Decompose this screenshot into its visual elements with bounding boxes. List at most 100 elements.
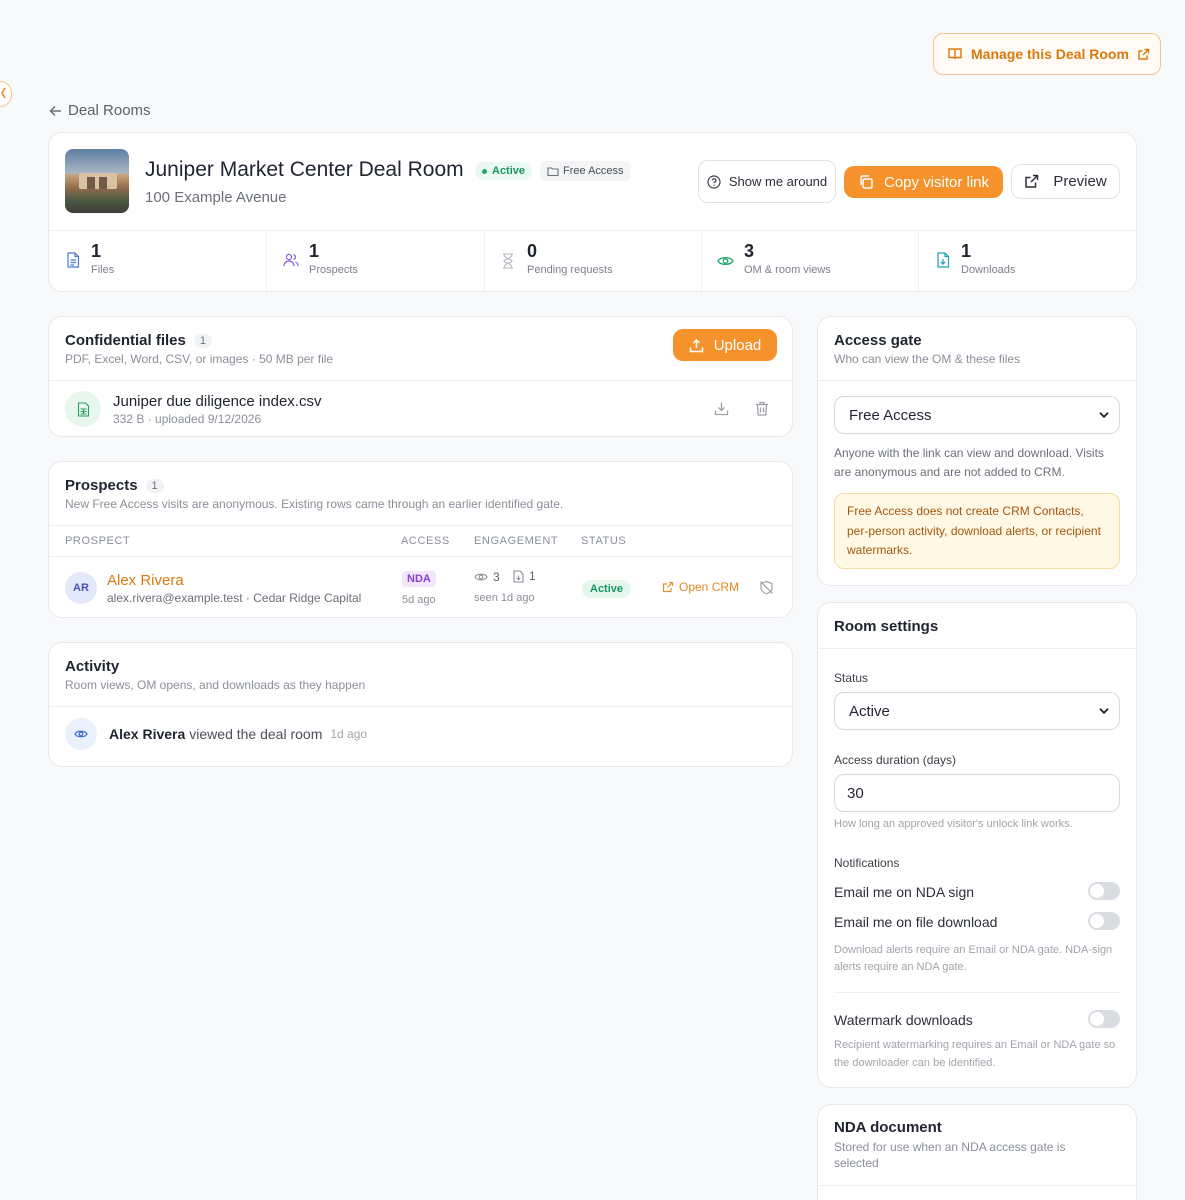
file-download-icon [513,569,524,583]
stat-value: 1 [961,241,972,261]
section-title: Activity [65,658,120,675]
upload-button[interactable]: Upload [673,329,777,361]
eye-icon [474,572,488,582]
section-subtitle: Room views, OM opens, and downloads as t… [65,678,366,692]
external-link-icon [1137,48,1150,61]
count-badge: 1 [145,478,164,493]
section-title: NDA document [834,1119,942,1136]
open-crm-link[interactable]: Open CRM [662,580,739,594]
notify-nda-label: Email me on NDA sign [834,884,975,900]
duration-help: How long an approved visitor's unlock li… [834,818,1073,830]
file-icon [66,252,80,268]
access-gate-card: Access gate Who can view the OM & these … [817,316,1137,586]
property-thumbnail [65,149,129,213]
prospect-detail: alex.rivera@example.test · Cedar Ridge C… [107,591,362,605]
stat-value: 1 [309,241,320,261]
watermark-help: Recipient watermarking requires an Email… [834,1039,1116,1069]
access-gate-description: Anyone with the link can view and downlo… [834,446,1104,479]
column-header: ENGAGEMENT [474,535,559,547]
section-subtitle: Stored for use when an NDA access gate i… [834,1140,1066,1170]
table-row: AR Alex Rivera alex.rivera@example.test … [49,557,792,617]
column-header: STATUS [581,535,627,547]
stat-label: Prospects [309,264,358,276]
room-title: Juniper Market Center Deal Room [145,158,464,181]
notifications-label: Notifications [834,856,900,870]
revoke-access-icon[interactable] [759,580,774,595]
duration-label: Access duration (days) [834,753,957,767]
confidential-files-card: Confidential files 1 PDF, Excel, Word, C… [48,316,793,437]
stat-prospects: 1 Prospects [267,231,484,291]
stat-pending-requests: 0 Pending requests [485,231,702,291]
count-badge: 1 [193,333,212,348]
users-icon [283,253,299,267]
status-select[interactable]: Active [834,692,1120,730]
activity-action: viewed the deal room [189,726,323,742]
stat-label: Files [91,264,115,276]
activity-card: Activity Room views, OM opens, and downl… [48,642,793,767]
status-label: Status [834,671,869,685]
manage-deal-room-button[interactable]: Manage this Deal Room [933,33,1161,75]
activity-item: Alex Rivera viewed the deal room 1d ago [65,718,367,750]
copy-visitor-link-button[interactable]: Copy visitor link [844,166,1003,198]
chevron-left-icon [1,87,7,99]
chevron-down-icon [1099,412,1109,419]
stat-files: 1 Files [49,231,266,291]
stat-label: Downloads [961,264,1016,276]
avatar: AR [65,572,97,604]
room-address: 100 Example Avenue [145,189,287,206]
file-meta: 332 B · uploaded 9/12/2026 [113,412,262,426]
download-icon[interactable] [714,401,729,416]
access-type-badge: Free Access [540,161,631,181]
eye-icon [717,255,734,267]
notify-nda-toggle[interactable] [1088,882,1120,900]
trash-icon[interactable] [755,401,769,416]
chevron-down-icon [1099,708,1109,715]
notify-download-toggle[interactable] [1088,912,1120,930]
external-link-icon [662,581,674,593]
back-label: Deal Rooms [68,102,151,119]
hourglass-icon [502,253,514,269]
seen-time: seen 1d ago [474,592,535,604]
activity-actor: Alex Rivera [109,726,186,742]
section-subtitle: Who can view the OM & these files [834,352,1021,366]
section-title: Access gate [834,332,922,349]
stat-value: 1 [91,241,102,261]
file-name[interactable]: Juniper due diligence index.csv [113,393,321,410]
csv-file-icon [65,391,101,427]
book-icon [947,46,963,62]
stat-value: 3 [744,241,755,261]
stat-label: OM & room views [744,264,831,276]
room-header-card: Juniper Market Center Deal Room Active F… [48,132,1137,292]
prospect-name[interactable]: Alex Rivera [107,572,184,589]
show-me-around-button[interactable]: Show me around [698,160,836,203]
activity-time: 1d ago [330,727,368,741]
nda-document-card: NDA document Stored for use when an NDA … [817,1104,1137,1200]
room-settings-card: Room settings Status Active Access durat… [817,602,1137,1088]
upload-icon [689,338,704,353]
file-row: Juniper due diligence index.csv 332 B · … [49,381,792,437]
section-subtitle: New Free Access visits are anonymous. Ex… [65,497,564,511]
manage-label: Manage this Deal Room [971,46,1129,62]
stat-downloads: 1 Downloads [919,231,1136,291]
section-title: Prospects [65,477,138,494]
column-header: ACCESS [401,535,450,547]
access-badge: NDA [402,571,436,587]
folder-key-icon [547,166,559,177]
copy-icon [858,174,874,190]
section-subtitle: PDF, Excel, Word, CSV, or images · 50 MB… [65,352,334,366]
access-gate-select[interactable]: Free Access [834,396,1120,434]
column-header: PROSPECT [65,535,131,547]
watermark-label: Watermark downloads [834,1012,973,1028]
arrow-left-icon [49,105,62,117]
access-time: 5d ago [402,594,436,606]
status-badge: Active [582,580,632,598]
watermark-toggle[interactable] [1088,1010,1120,1028]
preview-button[interactable]: Preview [1011,164,1120,199]
free-access-warning: Free Access does not create CRM Contacts… [834,493,1120,569]
stat-label: Pending requests [527,264,613,276]
access-duration-input[interactable]: 30 [834,774,1120,812]
status-dot-icon [482,168,487,174]
download-file-icon [936,252,950,268]
back-to-deal-rooms-link[interactable]: Deal Rooms [49,102,151,119]
engagement-views: 3 [474,570,500,584]
